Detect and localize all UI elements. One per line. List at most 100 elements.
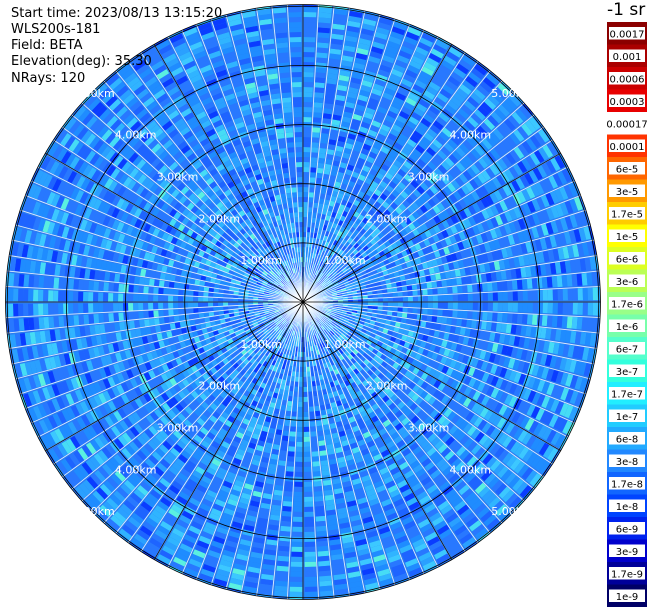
ray-bin xyxy=(296,441,303,447)
ray-bin xyxy=(318,22,331,29)
ray-bin xyxy=(562,302,568,315)
ray-bin xyxy=(532,290,538,301)
ray-bin xyxy=(280,404,287,411)
ray-bin xyxy=(437,302,443,309)
ray-bin xyxy=(283,425,290,432)
ray-bin xyxy=(497,302,503,312)
ray-bin xyxy=(392,302,398,307)
ray-bin xyxy=(401,312,408,318)
ray-bin xyxy=(437,309,443,316)
ray-bin xyxy=(457,310,463,318)
ray-bin xyxy=(299,371,303,377)
ray-bin xyxy=(296,431,303,437)
ray-bin xyxy=(367,305,373,309)
ray-bin xyxy=(313,471,321,477)
ray-bin xyxy=(502,281,508,291)
ray-bin xyxy=(467,311,473,319)
ray-bin xyxy=(410,319,417,326)
ray-bin xyxy=(307,207,313,213)
ray-bin xyxy=(304,586,318,592)
ray-bin xyxy=(311,142,319,148)
ray-bin xyxy=(304,561,317,567)
ray-bin xyxy=(397,307,403,312)
ray-bin xyxy=(547,289,553,301)
ray-bin xyxy=(282,430,290,437)
ray-bin xyxy=(303,416,309,422)
ray-bin xyxy=(547,302,553,314)
ray-bin xyxy=(303,172,309,178)
ray-bin xyxy=(304,506,314,512)
ray-bin xyxy=(291,536,303,542)
ray-bin xyxy=(316,525,327,532)
ray-bin xyxy=(303,87,313,93)
ray-bin xyxy=(436,316,443,323)
ray-bin xyxy=(512,291,518,301)
ray-bin xyxy=(320,188,327,195)
ray-bin xyxy=(314,82,325,88)
ray-bin xyxy=(308,192,314,198)
ray-bin xyxy=(303,167,310,173)
ray-bin xyxy=(291,416,297,422)
ray-bin xyxy=(296,446,303,452)
ray-bin xyxy=(315,77,326,84)
ray-bin xyxy=(572,288,578,301)
ray-bin xyxy=(382,297,388,302)
ray-bin xyxy=(290,421,297,427)
ray-bin xyxy=(312,456,320,462)
ray-bin xyxy=(552,302,558,314)
ray-bin xyxy=(417,296,423,302)
ray-bin xyxy=(577,288,583,301)
ray-bin xyxy=(279,450,287,457)
ray-bin xyxy=(531,278,538,289)
ray-bin xyxy=(318,152,326,159)
ray-bin xyxy=(527,302,533,313)
ray-bin xyxy=(295,466,303,472)
ray-bin xyxy=(426,282,433,289)
ray-bin xyxy=(571,316,578,329)
ray-bin xyxy=(576,273,583,286)
ray-bin xyxy=(592,287,598,301)
ray-bin xyxy=(451,318,458,326)
ray-bin xyxy=(392,306,398,312)
ray-bin xyxy=(298,396,303,402)
ray-bin xyxy=(303,67,314,73)
ray-bin xyxy=(317,430,324,437)
ray-bin xyxy=(309,172,316,178)
ray-bin xyxy=(303,127,312,133)
ray-bin xyxy=(308,202,313,208)
ray-bin xyxy=(372,302,378,306)
ray-bin xyxy=(315,515,326,522)
ray-bin xyxy=(412,296,418,302)
ray-bin xyxy=(311,451,319,457)
ray-bin xyxy=(290,566,303,572)
ray-bin xyxy=(587,287,593,301)
ray-bin xyxy=(303,396,308,402)
ray-bin xyxy=(286,405,292,412)
ray-bin xyxy=(537,302,543,314)
ray-bin xyxy=(285,410,292,417)
ray-bin xyxy=(299,366,303,372)
ray-bin xyxy=(487,312,493,321)
ray-bin xyxy=(481,321,487,330)
ray-bin xyxy=(303,42,315,48)
ray-bin xyxy=(304,536,315,542)
ray-bin xyxy=(304,531,315,537)
ray-bin xyxy=(471,320,477,329)
ray-bin xyxy=(318,157,325,164)
ray-bin xyxy=(427,295,433,302)
ray-bin xyxy=(527,290,533,301)
ray-bin xyxy=(309,182,315,188)
ray-bin xyxy=(279,530,291,537)
ray-bin xyxy=(526,314,533,325)
ray-bin xyxy=(316,47,329,54)
ray-bin xyxy=(487,302,493,311)
ray-bin xyxy=(303,227,307,233)
ray-bin xyxy=(382,306,388,311)
ray-bin xyxy=(446,317,453,325)
ray-bin xyxy=(278,414,285,421)
ray-bin xyxy=(526,278,533,289)
ray-bin xyxy=(377,298,383,302)
ray-bin xyxy=(320,460,329,466)
ray-bin xyxy=(279,535,291,542)
ray-bin xyxy=(452,302,458,310)
